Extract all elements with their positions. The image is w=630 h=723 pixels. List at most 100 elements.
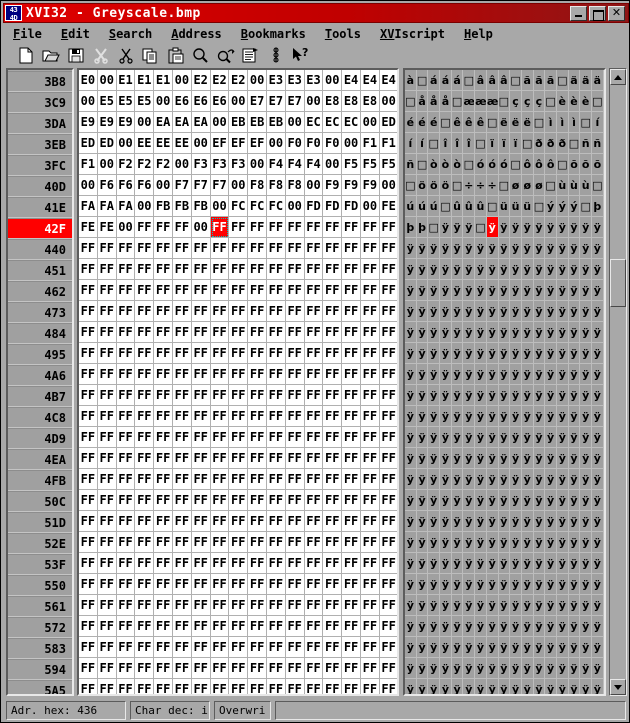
hex-byte-cell[interactable]: FF (79, 490, 98, 511)
hex-byte-cell[interactable]: FF (97, 679, 117, 694)
address-cell[interactable]: 42F (8, 218, 72, 239)
ascii-char-cell[interactable]: ÿ (568, 364, 581, 385)
hex-byte-cell[interactable]: F8 (266, 175, 286, 196)
hex-byte-cell[interactable]: FF (360, 301, 380, 322)
hex-byte-cell[interactable]: FF (360, 658, 380, 679)
ascii-char-cell[interactable]: à (405, 70, 417, 91)
ascii-char-cell[interactable]: ÿ (498, 637, 511, 658)
hex-byte-cell[interactable]: FF (135, 679, 155, 694)
ascii-char-cell[interactable]: ÿ (556, 490, 569, 511)
hex-byte-cell[interactable]: FF (191, 490, 211, 511)
ascii-char-cell[interactable]: □ (592, 91, 604, 112)
hex-byte-cell[interactable]: FF (135, 259, 155, 280)
ascii-char-cell[interactable]: ÿ (475, 469, 487, 490)
ascii-char-cell[interactable]: ÿ (533, 616, 546, 637)
ascii-char-cell[interactable]: ÿ (498, 427, 511, 448)
ascii-char-cell[interactable]: ê (475, 112, 487, 133)
ascii-char-cell[interactable]: ÿ (568, 343, 581, 364)
address-cell[interactable]: 40D (8, 176, 72, 197)
ascii-char-cell[interactable]: ÿ (533, 658, 546, 679)
hex-byte-cell[interactable]: FF (360, 427, 380, 448)
ascii-char-cell[interactable]: ÿ (521, 595, 534, 616)
ascii-char-cell[interactable]: ÿ (475, 280, 487, 301)
ascii-char-cell[interactable]: ÿ (545, 343, 557, 364)
hex-byte-cell[interactable]: FF (116, 259, 136, 280)
ascii-char-cell[interactable]: □ (475, 133, 487, 154)
address-cell[interactable]: 495 (8, 344, 72, 365)
hex-byte-cell[interactable]: FF (116, 343, 136, 364)
ascii-char-cell[interactable]: ë (521, 112, 534, 133)
address-cell[interactable]: 440 (8, 239, 72, 260)
ascii-char-cell[interactable]: ÿ (440, 553, 452, 574)
ascii-char-cell[interactable]: ÿ (486, 679, 499, 694)
ascii-char-cell[interactable]: ÿ (556, 553, 569, 574)
hex-byte-cell[interactable]: FF (285, 679, 305, 694)
hex-byte-cell[interactable]: EA (191, 112, 211, 133)
hex-byte-cell[interactable]: F6 (116, 175, 136, 196)
ascii-char-cell[interactable]: ÿ (405, 427, 417, 448)
ascii-char-cell[interactable]: □ (556, 70, 569, 91)
hex-byte-cell[interactable]: FF (342, 343, 361, 364)
ascii-char-cell[interactable]: ÿ (416, 448, 429, 469)
hex-byte-cell[interactable]: FF (342, 301, 361, 322)
ascii-char-cell[interactable]: ÿ (440, 469, 452, 490)
hex-byte-cell[interactable]: FF (97, 301, 117, 322)
hex-byte-cell[interactable]: FF (285, 322, 305, 343)
hex-byte-cell[interactable]: FE (97, 217, 117, 238)
ascii-char-cell[interactable]: □ (416, 154, 429, 175)
ascii-char-cell[interactable]: ÿ (510, 301, 522, 322)
ascii-char-cell[interactable]: ÿ (568, 238, 581, 259)
hex-byte-cell[interactable]: F1 (360, 133, 380, 154)
hex-byte-cell[interactable]: FF (266, 301, 286, 322)
hex-byte-cell[interactable]: FF (191, 637, 211, 658)
hex-byte-cell[interactable]: FF (172, 280, 192, 301)
hex-byte-cell[interactable]: E1 (135, 70, 155, 91)
hex-byte-cell[interactable]: FF (172, 322, 192, 343)
hex-byte-cell[interactable]: FF (154, 385, 173, 406)
hex-byte-cell[interactable]: FF (172, 301, 192, 322)
save-file-button[interactable] (65, 45, 86, 65)
hex-byte-cell[interactable]: FF (154, 574, 173, 595)
hex-byte-cell[interactable]: 00 (210, 112, 230, 133)
hex-byte-cell[interactable]: FF (285, 427, 305, 448)
ascii-char-cell[interactable]: ÿ (556, 364, 569, 385)
hex-byte-cell[interactable]: FF (229, 280, 249, 301)
ascii-char-cell[interactable]: ÿ (475, 553, 487, 574)
ascii-char-cell[interactable]: ÿ (405, 532, 417, 553)
hex-byte-cell[interactable]: FF (79, 448, 98, 469)
ascii-char-cell[interactable]: ã (533, 70, 546, 91)
ascii-char-cell[interactable]: á (451, 70, 464, 91)
hex-byte-cell[interactable]: F6 (135, 175, 155, 196)
ascii-char-cell[interactable]: ÿ (521, 385, 534, 406)
hex-byte-cell[interactable]: FF (154, 259, 173, 280)
hex-byte-cell[interactable]: FF (154, 553, 173, 574)
ascii-char-cell[interactable]: ÿ (580, 280, 592, 301)
hex-byte-cell[interactable]: FF (79, 385, 98, 406)
hex-byte-cell[interactable]: FF (210, 322, 230, 343)
ascii-char-cell[interactable]: ÿ (521, 217, 534, 238)
hex-byte-cell[interactable]: FF (172, 574, 192, 595)
ascii-char-cell[interactable]: ÿ (463, 406, 476, 427)
hex-byte-cell[interactable]: 00 (191, 217, 211, 238)
hex-byte-cell[interactable]: FF (229, 238, 249, 259)
hex-byte-cell[interactable]: FF (172, 658, 192, 679)
hex-byte-cell[interactable]: 00 (360, 112, 380, 133)
hex-byte-cell[interactable]: FF (266, 280, 286, 301)
ascii-char-cell[interactable]: ÿ (428, 301, 441, 322)
hex-byte-cell[interactable]: FF (191, 364, 211, 385)
ascii-char-cell[interactable]: ÿ (486, 238, 499, 259)
ascii-char-cell[interactable]: ÿ (592, 511, 604, 532)
hex-byte-cell[interactable]: F5 (360, 154, 380, 175)
hex-byte-cell[interactable]: F6 (97, 175, 117, 196)
ascii-char-cell[interactable]: ÿ (592, 658, 604, 679)
ascii-char-cell[interactable]: ÿ (580, 469, 592, 490)
ascii-char-cell[interactable]: ÿ (592, 385, 604, 406)
ascii-char-cell[interactable]: □ (592, 175, 604, 196)
scroll-up-button[interactable] (610, 69, 626, 85)
hex-byte-cell[interactable]: E8 (323, 91, 343, 112)
hex-byte-cell[interactable]: FF (116, 511, 136, 532)
ascii-char-cell[interactable]: ÿ (498, 364, 511, 385)
ascii-char-cell[interactable]: ÿ (510, 658, 522, 679)
hex-byte-cell[interactable]: FF (172, 511, 192, 532)
hex-byte-cell[interactable]: FF (79, 637, 98, 658)
